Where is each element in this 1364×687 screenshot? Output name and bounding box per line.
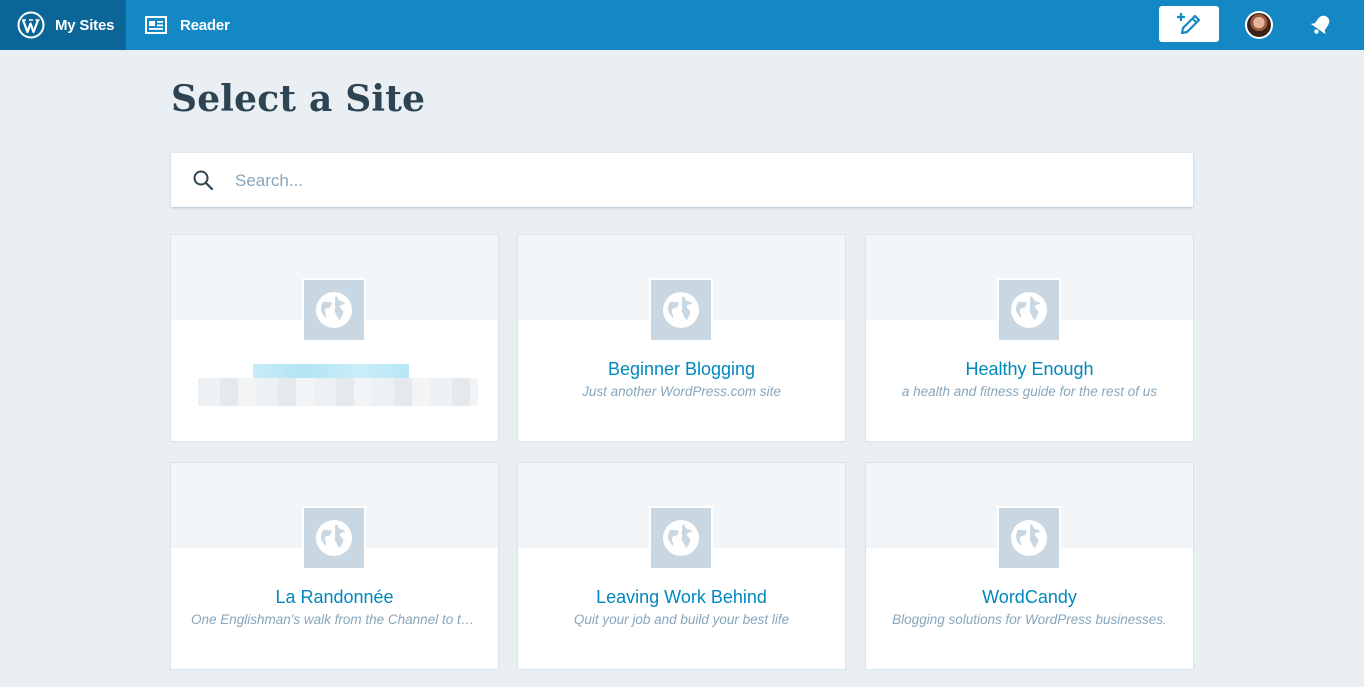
site-title: WordCandy	[982, 587, 1077, 607]
masterbar: My Sites Reader	[0, 0, 1364, 50]
site-tagline: Quit your job and build your best life	[573, 612, 790, 627]
globe-icon	[316, 292, 352, 328]
site-icon	[997, 506, 1061, 570]
site-title: Beginner Blogging	[607, 359, 756, 379]
blurred-site-title	[253, 364, 409, 378]
site-card-healthy-enough[interactable]: Healthy Enough a health and fitness guid…	[866, 235, 1193, 441]
globe-icon	[1011, 292, 1047, 328]
site-tagline: One Englishman's walk from the Channel t…	[191, 612, 478, 627]
avatar-image	[1247, 13, 1271, 37]
site-title: Healthy Enough	[965, 359, 1094, 379]
site-card-beginner-blogging[interactable]: Beginner Blogging Just another WordPress…	[518, 235, 845, 441]
site-card-wordcandy[interactable]: WordCandy Blogging solutions for WordPre…	[866, 463, 1193, 669]
site-card-la-randonnee[interactable]: La Randonnée One Englishman's walk from …	[171, 463, 498, 669]
site-icon	[649, 506, 713, 570]
reader-label: Reader	[180, 16, 230, 34]
search-input[interactable]	[233, 165, 1167, 197]
site-icon	[302, 278, 366, 342]
my-sites-label: My Sites	[55, 16, 115, 34]
notifications-button[interactable]	[1308, 12, 1334, 38]
site-card-0[interactable]	[171, 235, 498, 441]
site-card-leaving-work-behind[interactable]: Leaving Work Behind Quit your job and bu…	[518, 463, 845, 669]
globe-icon	[663, 292, 699, 328]
user-avatar[interactable]	[1245, 11, 1273, 39]
site-title: La Randonnée	[275, 587, 394, 607]
my-sites-button[interactable]: My Sites	[0, 0, 126, 50]
site-icon	[302, 506, 366, 570]
globe-icon	[316, 520, 352, 556]
notifications-bell-icon	[1310, 15, 1330, 35]
site-title: Leaving Work Behind	[596, 587, 767, 607]
reader-icon	[145, 16, 167, 34]
site-search	[171, 153, 1193, 207]
globe-icon	[663, 520, 699, 556]
search-icon[interactable]	[192, 169, 214, 191]
reader-button[interactable]: Reader	[145, 0, 230, 50]
site-icon	[997, 278, 1061, 342]
globe-icon	[1011, 520, 1047, 556]
site-tagline: a health and fitness guide for the rest …	[901, 384, 1158, 399]
site-tagline: Just another WordPress.com site	[582, 384, 781, 399]
site-icon	[649, 278, 713, 342]
write-post-button[interactable]	[1159, 6, 1219, 42]
blurred-site-url	[198, 378, 478, 406]
wordpress-logo-icon	[17, 11, 45, 39]
write-post-icon	[1177, 13, 1201, 35]
site-tagline: Blogging solutions for WordPress busines…	[892, 612, 1167, 627]
page-title: Select a Site	[171, 78, 426, 120]
